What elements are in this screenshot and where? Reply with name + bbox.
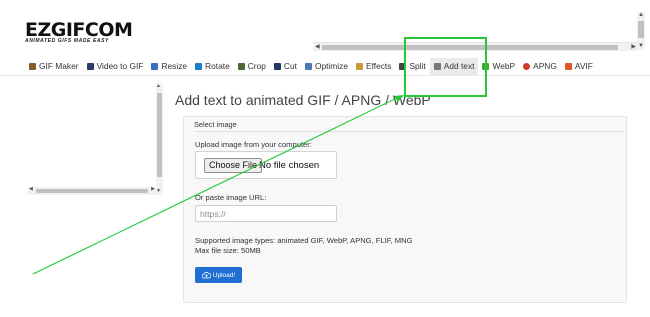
nav-label: GIF Maker: [39, 61, 79, 71]
upload-label: Upload image from your computer:: [195, 140, 312, 149]
top-vertical-scrollbar[interactable]: ▲ ▼: [637, 12, 645, 50]
scroll-right-arrow-icon[interactable]: ▶: [631, 43, 636, 52]
effects-icon: [355, 62, 363, 70]
apng-icon: [523, 62, 531, 70]
nav-rotate[interactable]: Rotate: [191, 58, 234, 75]
scroll-left-arrow-icon[interactable]: ◀: [315, 43, 320, 52]
file-status-text: No file chosen: [259, 160, 320, 171]
sidebar-horizontal-scrollbar[interactable]: ◀ ▶: [28, 186, 156, 195]
upload-button-label: Upload!: [212, 271, 236, 279]
scrollbar-thumb[interactable]: [36, 189, 148, 193]
nav-label: WebP: [492, 61, 516, 71]
scroll-left-arrow-icon[interactable]: ◀: [29, 186, 33, 192]
image-url-input[interactable]: https://: [195, 205, 337, 222]
upload-button[interactable]: Upload!: [195, 267, 242, 283]
nav-effects[interactable]: Effects: [352, 58, 395, 75]
nav-cut[interactable]: Cut: [270, 58, 301, 75]
scroll-up-arrow-icon[interactable]: ▲: [638, 12, 644, 19]
scroll-down-arrow-icon[interactable]: ▼: [638, 43, 644, 50]
scroll-right-arrow-icon[interactable]: ▶: [151, 186, 155, 192]
file-input-box: Choose File No file chosen: [195, 151, 337, 179]
choose-file-button[interactable]: Choose File: [204, 158, 263, 173]
resize-icon: [151, 62, 159, 70]
nav-label: APNG: [533, 61, 557, 71]
add-text-highlight-box: [404, 37, 487, 97]
nav-label: Rotate: [205, 61, 230, 71]
nav-label: Crop: [247, 61, 266, 71]
crop-icon: [237, 62, 245, 70]
avif-icon: [564, 62, 572, 70]
legend-divider: [194, 131, 624, 132]
gif-maker-icon: [29, 62, 36, 70]
nav-label: Optimize: [314, 61, 348, 71]
nav-crop[interactable]: Crop: [234, 58, 270, 75]
site-logo[interactable]: EZGIFCOM ANIMATED GIFS MADE EASY: [25, 19, 133, 44]
logo-title: EZGIFCOM: [25, 19, 133, 41]
optimize-icon: [304, 62, 312, 70]
nav-video-to-gif[interactable]: Video to GIF: [83, 58, 148, 75]
tool-nav: GIF Maker Video to GIF Resize Rotate Cro…: [0, 57, 650, 76]
supported-types-text: Supported image types: animated GIF, Web…: [195, 236, 413, 245]
nav-label: Video to GIF: [96, 61, 144, 71]
nav-avif[interactable]: AVIF: [561, 58, 597, 75]
rotate-icon: [195, 62, 203, 70]
scrollbar-thumb[interactable]: [638, 21, 644, 38]
page-title: Add text to animated GIF / APNG / WebP: [175, 92, 431, 108]
nav-label: Resize: [161, 61, 188, 71]
nav-apng[interactable]: APNG: [519, 58, 561, 75]
page-root: EZGIFCOM ANIMATED GIFS MADE EASY ◀ ▶ ▲ ▼…: [0, 0, 650, 317]
sidebar-vertical-scrollbar[interactable]: ▲ ▼: [156, 83, 163, 195]
nav-gif-maker[interactable]: GIF Maker: [25, 58, 83, 75]
nav-label: Effects: [365, 61, 392, 71]
scrollbar-thumb[interactable]: [157, 93, 162, 177]
nav-label: Cut: [283, 61, 297, 71]
url-label: Or paste image URL:: [195, 193, 267, 202]
cut-icon: [273, 62, 281, 70]
scroll-down-arrow-icon[interactable]: ▼: [156, 188, 161, 194]
nav-resize[interactable]: Resize: [147, 58, 191, 75]
video-icon: [86, 62, 94, 70]
max-size-text: Max file size: 50MB: [195, 246, 261, 255]
upload-cloud-icon: [201, 271, 211, 278]
nav-optimize[interactable]: Optimize: [301, 58, 352, 75]
form-legend: Select image: [194, 120, 237, 129]
scroll-up-arrow-icon[interactable]: ▲: [156, 83, 161, 89]
nav-label: AVIF: [574, 61, 593, 71]
